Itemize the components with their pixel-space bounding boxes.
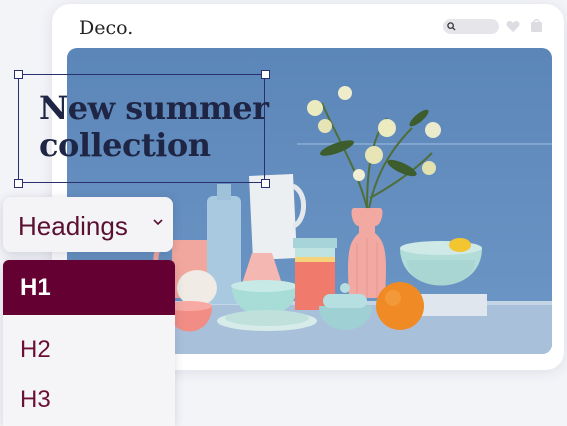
- dropdown-label: Headings: [18, 211, 128, 241]
- hero-headline[interactable]: New summer collection: [39, 90, 269, 164]
- bag-icon[interactable]: [530, 18, 543, 33]
- menu-option-h3[interactable]: H3: [3, 372, 175, 426]
- heart-icon[interactable]: [506, 20, 520, 33]
- resize-handle-top-right[interactable]: [261, 70, 270, 79]
- menu-option-h2[interactable]: H2: [3, 322, 175, 377]
- chevron-down-icon: [153, 219, 163, 226]
- resize-handle-bottom-right[interactable]: [261, 179, 270, 188]
- heading-style-dropdown[interactable]: Headings: [3, 197, 173, 252]
- resize-handle-top-left[interactable]: [14, 70, 23, 79]
- heading-options-menu: H1 H2 H3: [3, 260, 175, 426]
- menu-option-h1[interactable]: H1: [3, 260, 175, 315]
- search-bar[interactable]: [443, 19, 499, 34]
- headline-line-1: New summer: [39, 89, 269, 127]
- search-icon: [447, 22, 456, 31]
- resize-handle-bottom-left[interactable]: [14, 179, 23, 188]
- site-logo[interactable]: Deco.: [79, 17, 133, 39]
- headline-line-2: collection: [39, 126, 211, 164]
